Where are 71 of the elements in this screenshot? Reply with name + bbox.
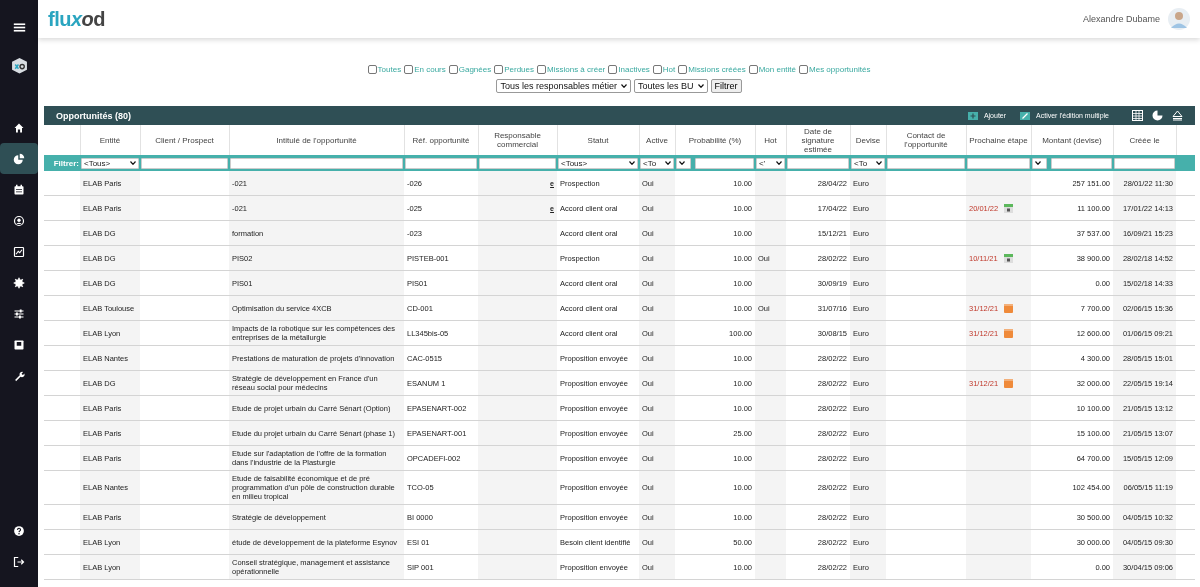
column-header[interactable]: Active bbox=[641, 135, 673, 145]
column-header[interactable]: Créée le bbox=[1115, 135, 1174, 145]
filter-input[interactable] bbox=[787, 157, 849, 169]
column-header[interactable]: Statut bbox=[559, 135, 637, 145]
chevron-icon bbox=[876, 161, 882, 165]
filter-input[interactable] bbox=[695, 157, 754, 169]
column-header[interactable]: Hot bbox=[757, 135, 784, 145]
pencil-icon bbox=[1020, 111, 1031, 120]
column-header[interactable]: Devise bbox=[852, 135, 884, 145]
chevron-icon bbox=[697, 84, 704, 88]
note-icon bbox=[1004, 328, 1014, 338]
filter-select[interactable] bbox=[676, 157, 691, 169]
filter-input[interactable] bbox=[967, 157, 1030, 169]
column-header[interactable]: Client / Prospect bbox=[142, 135, 227, 145]
pie-chart-icon[interactable] bbox=[0, 143, 38, 174]
column-header[interactable]: Contact de l'opportunité bbox=[888, 131, 964, 149]
filter-select[interactable]: <To bbox=[851, 157, 885, 169]
column-header[interactable]: Responsable commercial bbox=[480, 131, 555, 149]
checkbox[interactable] bbox=[494, 65, 504, 74]
checkbox[interactable] bbox=[678, 65, 688, 74]
checkbox[interactable] bbox=[448, 65, 458, 74]
chevron-icon bbox=[621, 84, 627, 88]
plus-icon bbox=[967, 111, 978, 120]
chevron-icon bbox=[665, 161, 671, 165]
collapse-icon[interactable] bbox=[1172, 110, 1183, 121]
dropdown[interactable]: Toutes les BU bbox=[634, 79, 708, 93]
dropdown[interactable]: Tous les responsables métier bbox=[496, 79, 631, 93]
chevron-icon bbox=[130, 161, 136, 165]
chevron-icon bbox=[1035, 161, 1041, 165]
calendar-icon bbox=[1003, 253, 1013, 263]
table-icon[interactable] bbox=[1132, 110, 1143, 121]
filter-input[interactable] bbox=[230, 157, 403, 169]
column-header[interactable]: Réf. opportunité bbox=[406, 135, 476, 145]
filter-select[interactable]: <Tous> bbox=[558, 157, 638, 169]
checkbox[interactable] bbox=[652, 65, 662, 74]
checkbox[interactable] bbox=[537, 65, 546, 74]
note-icon bbox=[1004, 303, 1014, 313]
checkbox[interactable] bbox=[608, 65, 618, 74]
filter-input[interactable] bbox=[405, 157, 477, 169]
calendar-icon bbox=[1004, 203, 1014, 213]
column-header[interactable]: Intitulé de l'opportunité bbox=[231, 135, 402, 145]
column-header[interactable]: Date de signature estimée bbox=[788, 126, 848, 154]
filter-select[interactable]: <Tous> bbox=[81, 157, 139, 169]
filter-input[interactable] bbox=[887, 157, 965, 169]
column-header[interactable]: Prochaine étape bbox=[968, 135, 1029, 145]
filter-button[interactable]: Filtrer bbox=[710, 79, 742, 93]
filter-select[interactable] bbox=[1032, 157, 1047, 169]
column-header[interactable]: Entité bbox=[82, 135, 138, 145]
table-title: Opportunités (80) bbox=[56, 110, 132, 121]
checkbox[interactable] bbox=[799, 65, 808, 74]
filter-select[interactable]: <' bbox=[756, 157, 785, 169]
chevron-icon bbox=[679, 161, 685, 165]
pie-chart-icon[interactable] bbox=[1152, 110, 1163, 121]
filter-input[interactable] bbox=[479, 157, 556, 169]
checkbox[interactable] bbox=[367, 65, 377, 74]
chevron-icon bbox=[776, 161, 782, 165]
logo: fluxod bbox=[48, 7, 105, 31]
column-header[interactable]: Probabilité (%) bbox=[677, 135, 753, 145]
checkbox[interactable] bbox=[748, 65, 758, 74]
checkbox[interactable] bbox=[404, 65, 414, 74]
filter-label: Filtrer: bbox=[52, 158, 79, 168]
filter-input[interactable] bbox=[1114, 157, 1175, 169]
column-header[interactable]: Montant (devise) bbox=[1033, 135, 1111, 145]
avatar[interactable] bbox=[1168, 8, 1190, 30]
filter-select[interactable]: <To bbox=[640, 157, 674, 169]
user-name: Alexandre Dubame bbox=[1082, 14, 1160, 24]
filter-input[interactable] bbox=[1051, 157, 1112, 169]
note-icon bbox=[1004, 378, 1014, 388]
chevron-icon bbox=[629, 161, 635, 165]
filter-input[interactable] bbox=[141, 157, 228, 169]
cube-logo-icon bbox=[10, 57, 28, 74]
